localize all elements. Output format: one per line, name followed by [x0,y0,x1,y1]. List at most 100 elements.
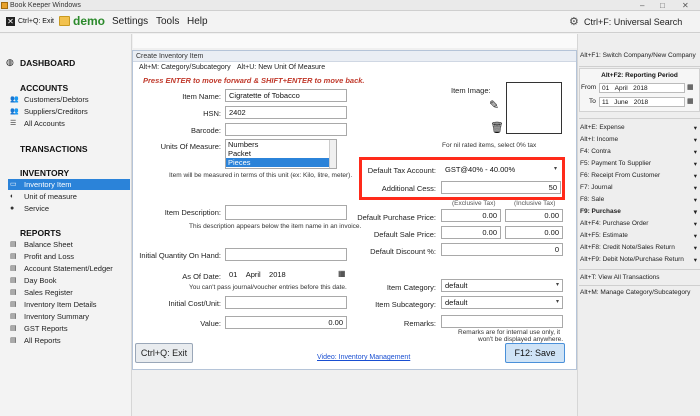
box-icon: ▭ [10,181,17,188]
sidebar-accounts-title: ACCOUNTS [20,83,69,93]
shortcut-estimate[interactable]: Alt+F5: Estimate ▾ [580,232,699,240]
sale-price-excl[interactable]: 0.00 [441,226,501,239]
sidebar-item-day-book[interactable]: ▤ Day Book [8,275,130,286]
sidebar: ◍ DASHBOARD ACCOUNTS 👥 Customers/Debtors … [0,34,132,416]
trash-icon[interactable]: 🗑 [490,121,504,134]
purchase-price-incl[interactable]: 0.00 [505,209,563,222]
sidebar-item-profit-loss[interactable]: ▤ Profit and Loss [8,251,130,262]
shortcut-purchase-order[interactable]: Alt+F4: Purchase Order ▾ [580,220,699,228]
tab-unit-of-measure[interactable]: Alt+U: New Unit Of Measure [237,62,325,74]
barcode-input[interactable] [225,123,347,136]
report-icon: ▤ [10,301,17,308]
sidebar-item-all-reports[interactable]: ▤ All Reports [8,335,130,346]
uom-note: Item will be measured in terms of this u… [169,172,353,179]
sidebar-item-inventory-summary[interactable]: ▤ Inventory Summary [8,311,130,322]
uom-option-selected[interactable]: Pieces [226,158,336,167]
exit-icon[interactable]: ✕ [6,17,15,26]
sidebar-item-suppliers[interactable]: 👥 Suppliers/Creditors [8,106,130,117]
shortcut-panel: Alt+F1: Switch Company/New Company Alt+F… [577,34,700,416]
navigation-hint: Press ENTER to move forward & SHIFT+ENTE… [143,76,365,85]
item-name-input[interactable]: Cigratette of Tobacco [225,89,347,102]
scrollbar[interactable] [329,140,336,168]
maximize-icon[interactable]: □ [660,0,665,11]
exit-shortcut[interactable]: Ctrl+Q: Exit [18,18,54,25]
folder-icon[interactable] [59,16,70,26]
sidebar-item-balance-sheet[interactable]: ▤ Balance Sheet [8,239,130,250]
gear-icon[interactable]: ⚙ [569,15,579,28]
dashboard-icon: ◍ [6,57,14,67]
shortcut-sale[interactable]: F8: Sale ▾ [580,196,699,204]
sidebar-item-inventory-item[interactable]: ▭ Inventory Item [8,179,130,190]
dialog-title: Create Inventory Item [133,51,576,62]
close-icon[interactable]: ✕ [682,0,689,11]
as-of-date-input[interactable]: 01 April 2018 [225,268,337,281]
shortcut-income[interactable]: Alt+I: Income ▾ [580,136,699,144]
service-icon: ● [10,205,15,212]
shortcut-credit-note[interactable]: Alt+F8: Credit Note/Sales Return ▾ [580,244,699,252]
app-toolbar: ✕ Ctrl+Q: Exit demo Settings Tools Help … [0,11,700,33]
report-icon: ▤ [10,313,17,320]
switch-company-link[interactable]: Alt+F1: Switch Company/New Company [580,52,699,59]
video-link[interactable]: Video: Inventory Management [317,354,410,361]
chevron-down-icon: ▾ [555,282,559,288]
nil-rate-note: For nil rated items, select 0% tax [442,142,537,149]
shortcut-payment[interactable]: F5: Payment To Supplier ▾ [580,160,699,168]
calendar-icon[interactable]: ▦ [687,97,694,105]
shortcut-receipt[interactable]: F6: Receipt From Customer ▾ [580,172,699,180]
view-all-transactions[interactable]: Alt+T: View All Transactions [580,274,699,281]
discount-input[interactable]: 0 [441,243,563,256]
remarks-input[interactable] [441,315,563,328]
sidebar-reports-title: REPORTS [20,228,62,238]
value-field: 0.00 [225,316,347,329]
hsn-input[interactable]: 2402 [225,106,347,119]
shortcut-contra[interactable]: F4: Contra ▾ [580,148,699,156]
menu-help[interactable]: Help [187,16,208,27]
calendar-icon[interactable]: ▦ [338,269,346,278]
shortcut-expense[interactable]: Alt+E: Expense ▾ [580,124,699,132]
uom-option[interactable]: Numbers [226,140,336,149]
menu-tools[interactable]: Tools [156,16,179,27]
sidebar-item-ledger[interactable]: ▤ Account Statement/Ledger [8,263,130,274]
sale-price-incl[interactable]: 0.00 [505,226,563,239]
shortcut-debit-note[interactable]: Alt+F9: Debit Note/Purchase Return ▾ [580,256,699,264]
manage-category-link[interactable]: Alt+M: Manage Category/Subcategory [580,289,699,296]
tab-category[interactable]: Alt+M: Category/Subcategory [139,62,231,74]
dialog-exit-button[interactable]: Ctrl+Q: Exit [135,343,193,363]
category-select[interactable]: default ▾ [441,279,563,292]
report-icon: ▤ [10,325,17,332]
subcategory-select[interactable]: default ▾ [441,296,563,309]
company-name[interactable]: demo [73,14,105,28]
cost-input[interactable] [225,296,347,309]
sidebar-item-sales-register[interactable]: ▤ Sales Register [8,287,130,298]
uom-option[interactable]: Packet [226,149,336,158]
sidebar-item-service[interactable]: ● Service [8,203,130,214]
shortcut-purchase[interactable]: F9: Purchase ▾ [580,208,699,216]
sidebar-item-gst-reports[interactable]: ▤ GST Reports [8,323,130,334]
sidebar-item-all-accounts[interactable]: ☰ All Accounts [8,118,130,129]
menu-settings[interactable]: Settings [112,16,148,27]
sidebar-inventory-title: INVENTORY [20,168,70,178]
shortcut-journal[interactable]: F7: Journal ▾ [580,184,699,192]
create-inventory-dialog: Create Inventory Item Alt+M: Category/Su… [132,50,577,370]
edit-icon[interactable]: ✎ [489,98,499,112]
save-button[interactable]: F12: Save [505,343,565,363]
item-image-box[interactable] [506,82,562,134]
to-date-input[interactable]: 11 June 2018 [599,97,685,107]
description-input[interactable] [225,205,347,220]
report-icon: ▤ [10,277,17,284]
purchase-price-excl[interactable]: 0.00 [441,209,501,222]
sidebar-item-customers[interactable]: 👥 Customers/Debtors [8,94,130,105]
from-date-input[interactable]: 01 April 2018 [599,83,685,93]
remarks-note: won't be displayed anywhere. [478,336,564,343]
uom-listbox[interactable]: Numbers Packet Pieces [225,139,337,169]
minimize-icon[interactable]: – [640,0,644,11]
calendar-icon[interactable]: ▦ [687,83,694,91]
os-title-bar: Book Keeper Windows – □ ✕ [0,0,700,11]
universal-search[interactable]: Ctrl+F: Universal Search [584,17,682,27]
reporting-period-title: Alt+F2: Reporting Period [601,72,678,79]
sidebar-dashboard[interactable]: DASHBOARD [20,58,75,68]
quantity-input[interactable] [225,248,347,261]
sidebar-transactions[interactable]: TRANSACTIONS [20,144,88,154]
sidebar-item-inventory-details[interactable]: ▤ Inventory Item Details [8,299,130,310]
sidebar-item-unit-of-measure[interactable]: ◐ Unit of measure [8,191,130,202]
